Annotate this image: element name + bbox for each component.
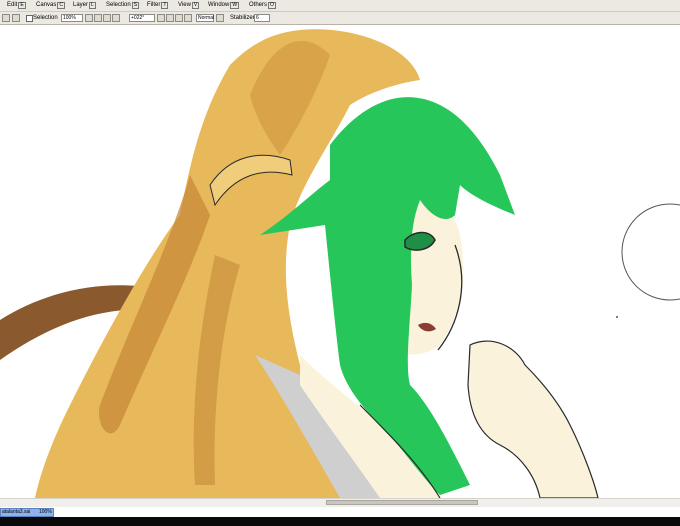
zoom-reset-button[interactable] [103,14,111,22]
menu-bar: Edit E Canvas C Layer L Selection S Filter T … [0,0,680,12]
selection-label: Selection [33,15,58,21]
invert-selection-button[interactable] [12,14,20,22]
flip-button[interactable] [184,14,192,22]
rotate-reset-button[interactable] [175,14,183,22]
zoom-fit-button[interactable] [112,14,120,22]
file-name: atalanta3.sai [2,509,31,515]
zoom-in-button[interactable] [94,14,102,22]
menu-filter[interactable]: Filter T [147,2,169,9]
menu-layer[interactable]: Layer L [73,2,96,9]
menu-edit[interactable]: Edit E [7,2,26,9]
drawing-canvas[interactable] [0,25,680,498]
horizontal-scrollbar[interactable] [0,498,680,507]
menu-view[interactable]: View V [178,2,200,9]
artwork-illustration [0,29,680,498]
rotation-field[interactable]: +022° [129,14,155,22]
cursor-dot [616,316,618,318]
stabilizer-select[interactable]: 6 [254,14,270,22]
toolbar: Selection 100% +022° Normal Stabilizer 6 [0,12,680,25]
menu-others[interactable]: Others O [249,2,276,9]
raised-hand [467,340,599,498]
zoom-field[interactable]: 100% [61,14,83,22]
menu-selection[interactable]: Selection S [106,2,140,9]
file-tab[interactable]: atalanta3.sai 100% [0,508,54,517]
brush-cursor [621,203,680,301]
menu-window[interactable]: Window W [208,2,240,9]
deselect-button[interactable] [2,14,10,22]
file-zoom: 100% [39,509,52,515]
rotate-left-button[interactable] [157,14,165,22]
status-bar [0,517,680,526]
menu-canvas[interactable]: Canvas C [36,2,65,9]
stabilizer-label: Stabilizer [230,15,255,21]
blend-mode-dropdown[interactable] [216,14,224,22]
zoom-out-button[interactable] [85,14,93,22]
selection-checkbox[interactable] [26,15,33,22]
blend-mode-select[interactable]: Normal [196,14,214,22]
scrollbar-thumb[interactable] [326,500,478,505]
rotate-right-button[interactable] [166,14,174,22]
file-tab-bar [0,507,680,517]
